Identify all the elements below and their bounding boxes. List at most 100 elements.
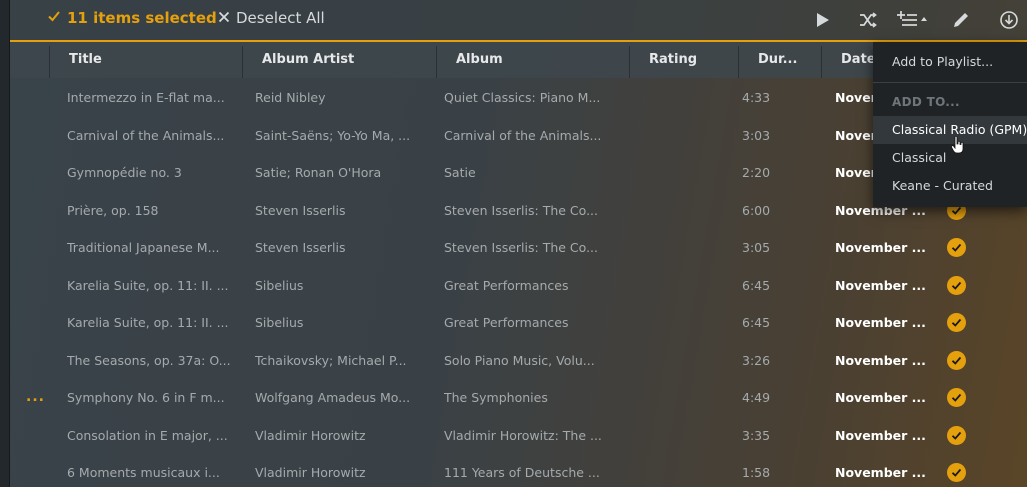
checkmark-icon [947,238,966,258]
album-artist[interactable]: Tchaikovsky; Michael P... [255,342,435,380]
album-artist[interactable]: Sibelius [255,267,435,305]
date-added: November ... [835,465,926,480]
table-row[interactable]: Consolation in E major, ... Vladimir Horo… [10,417,1027,455]
play-icon[interactable] [811,9,833,31]
deselect-all-button[interactable]: Deselect All [218,9,325,27]
checkmark-icon [947,275,966,295]
album-name[interactable]: Satie [444,154,629,192]
table-row[interactable]: Karelia Suite, op. 11: II. ... Sibelius Gr… [10,267,1027,305]
track-duration: 2:20 [742,165,771,180]
column-divider [49,46,50,78]
column-header-album[interactable]: Album [438,42,628,78]
selection-count: 11 items selected [47,9,217,27]
column-divider [242,46,243,78]
download-icon[interactable] [998,9,1020,31]
album-name[interactable]: Great Performances [444,304,629,342]
track-title: 6 Moments musicaux i... [67,465,220,480]
table-row[interactable]: ... Symphony No. 6 in F m... Wolfgang Amad… [10,379,1027,417]
add-to-playlist-menu: Add to Playlist... ADD TO... Classical R… [873,42,1027,207]
track-duration: 6:45 [742,315,771,330]
pointer-cursor-icon [951,136,964,154]
column-divider [629,46,630,78]
album-name[interactable]: Quiet Classics: Piano M... [444,79,629,117]
album-name[interactable]: Vladimir Horowitz: The ... [444,417,629,455]
date-added: November ... [835,277,926,293]
track-title: The Seasons, op. 37a: O... [67,352,231,368]
track-duration: 6:00 [742,202,771,218]
album-name[interactable]: Steven Isserlis: The Co... [444,229,629,267]
menu-divider [873,82,1027,83]
playlist-item-classical[interactable]: Classical [873,144,1027,172]
shuffle-icon[interactable] [857,9,879,31]
track-title: Gymnopédie no. 3 [67,165,182,180]
track-title: Prière, op. 158 [67,202,159,218]
checkmark-icon [47,9,61,27]
add-to-queue-icon[interactable] [896,9,930,31]
track-duration: 3:26 [742,352,771,368]
track-title: Consolation in E major, ... [67,427,228,443]
album-artist[interactable]: Sibelius [255,304,435,342]
playlist-item-keane-curated[interactable]: Keane - Curated [873,172,1027,200]
track-title: Intermezzo in E-flat ma... [67,90,225,105]
playlist-item-classical-radio[interactable]: Classical Radio (GPM) [873,116,1027,144]
track-duration: 1:58 [742,465,771,480]
album-name[interactable]: The Symphonies [444,379,629,417]
row-select-checkbox[interactable] [947,229,969,267]
deselect-all-label: Deselect All [236,9,325,27]
close-icon [218,9,230,27]
track-duration: 6:45 [742,277,771,293]
date-added: November ... [835,427,926,443]
album-artist[interactable]: Vladimir Horowitz [255,454,435,487]
column-header-title[interactable]: Title [51,42,241,78]
date-added: November ... [835,352,926,368]
date-added: November ... [835,240,926,255]
row-select-checkbox[interactable] [947,379,969,417]
column-header-rating[interactable]: Rating [631,42,736,78]
checkmark-icon [947,350,966,370]
table-row[interactable]: Traditional Japanese M... Steven Isserlis… [10,229,1027,267]
row-select-checkbox[interactable] [947,267,969,305]
album-artist[interactable]: Satie; Ronan O'Hora [255,154,435,192]
column-divider [436,46,437,78]
column-header-album-artist[interactable]: Album Artist [244,42,434,78]
album-artist[interactable]: Steven Isserlis [255,229,435,267]
track-title: Karelia Suite, op. 11: II. ... [67,277,229,293]
album-artist[interactable]: Steven Isserlis [255,192,435,230]
album-artist[interactable]: Reid Nibley [255,79,435,117]
selection-count-label: 11 items selected [67,9,217,27]
table-row[interactable]: Karelia Suite, op. 11: II. ... Sibelius Gr… [10,304,1027,342]
album-artist[interactable]: Vladimir Horowitz [255,417,435,455]
album-name[interactable]: Steven Isserlis: The Co... [444,192,629,230]
table-row[interactable]: 6 Moments musicaux i... Vladimir Horowitz… [10,454,1027,487]
track-duration: 3:05 [742,240,771,255]
row-select-checkbox[interactable] [947,342,969,380]
track-duration: 3:03 [742,127,771,143]
album-name[interactable]: 111 Years of Deutsche ... [444,454,629,487]
checkmark-icon [947,388,966,408]
checkmark-icon [947,313,966,333]
column-divider [738,46,739,78]
album-name[interactable]: Carnival of the Animals... [444,117,629,155]
row-select-checkbox[interactable] [947,304,969,342]
track-title: Symphony No. 6 in F m... [67,390,225,405]
album-artist[interactable]: Saint-Saëns; Yo-Yo Ma, ... [255,117,435,155]
date-added: November ... [835,390,926,405]
edit-pencil-icon[interactable] [950,9,972,31]
track-duration: 3:35 [742,427,771,443]
row-select-checkbox[interactable] [947,454,969,487]
add-to-header: ADD TO... [892,95,960,109]
track-title: Traditional Japanese M... [67,240,220,255]
checkmark-icon [947,425,966,445]
album-artist[interactable]: Wolfgang Amadeus Mo... [255,379,435,417]
row-select-checkbox[interactable] [947,417,969,455]
left-edge-panel [0,0,10,487]
album-name[interactable]: Solo Piano Music, Volu... [444,342,629,380]
date-added: November ... [835,315,926,330]
add-to-playlist-item[interactable]: Add to Playlist... [873,42,1027,82]
selection-toolbar: 11 items selected Deselect All [10,0,1027,42]
row-more-options-icon[interactable]: ... [26,379,45,417]
table-row[interactable]: The Seasons, op. 37a: O... Tchaikovsky; M… [10,342,1027,380]
album-name[interactable]: Great Performances [444,267,629,305]
track-duration: 4:49 [742,390,771,405]
column-header-duration[interactable]: Dur... [740,42,820,78]
